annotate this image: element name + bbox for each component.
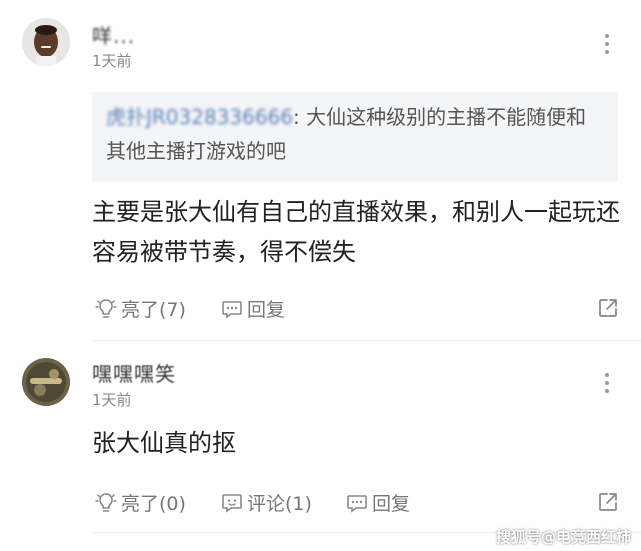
reply-button[interactable]: 回复 <box>220 295 285 322</box>
comment-username[interactable]: 嘿嘿嘿笑 <box>92 358 176 387</box>
quoted-comment[interactable]: 虎扑JR0328336666: 大仙这种级别的主播不能随便和其他主播打游戏的吧 <box>92 92 618 182</box>
more-options-icon[interactable] <box>604 34 610 54</box>
reply-button[interactable]: 回复 <box>345 489 410 516</box>
like-count-label: 亮了(0) <box>121 493 186 515</box>
comment-username[interactable]: 咩... <box>92 20 135 49</box>
comment-face-icon <box>222 493 242 513</box>
lightbulb-icon <box>95 298 117 318</box>
more-options-icon[interactable] <box>604 373 610 393</box>
lightbulb-icon <box>95 492 117 512</box>
user-avatar-image <box>22 358 70 406</box>
avatar[interactable] <box>22 358 70 406</box>
avatar[interactable] <box>22 18 70 66</box>
comment-time: 1天前 <box>92 391 132 409</box>
comment-content: 主要是张大仙有自己的直播效果，和别人一起玩还容易被带节奏，得不偿失 <box>92 198 620 266</box>
like-button[interactable]: 亮了(0) <box>94 489 186 516</box>
comment-content: 张大仙真的抠 <box>92 429 236 457</box>
share-icon[interactable] <box>596 296 620 324</box>
comment-divider <box>92 340 641 341</box>
reply-label: 回复 <box>247 299 286 321</box>
user-avatar-image <box>22 18 70 66</box>
watermark: 搜狐号@电竞西红柿 <box>495 528 631 546</box>
reply-label: 回复 <box>372 493 411 515</box>
like-count-label: 亮了(7) <box>121 299 186 321</box>
share-icon[interactable] <box>596 490 620 518</box>
comment-count-label: 评论(1) <box>247 493 312 515</box>
comment-time: 1天前 <box>92 52 132 70</box>
reply-bubble-icon <box>347 494 367 513</box>
quoted-username[interactable]: 虎扑JR0328336666 <box>106 105 293 129</box>
comment-count-button[interactable]: 评论(1) <box>220 489 312 516</box>
like-button[interactable]: 亮了(7) <box>94 295 186 322</box>
reply-bubble-icon <box>222 300 242 319</box>
